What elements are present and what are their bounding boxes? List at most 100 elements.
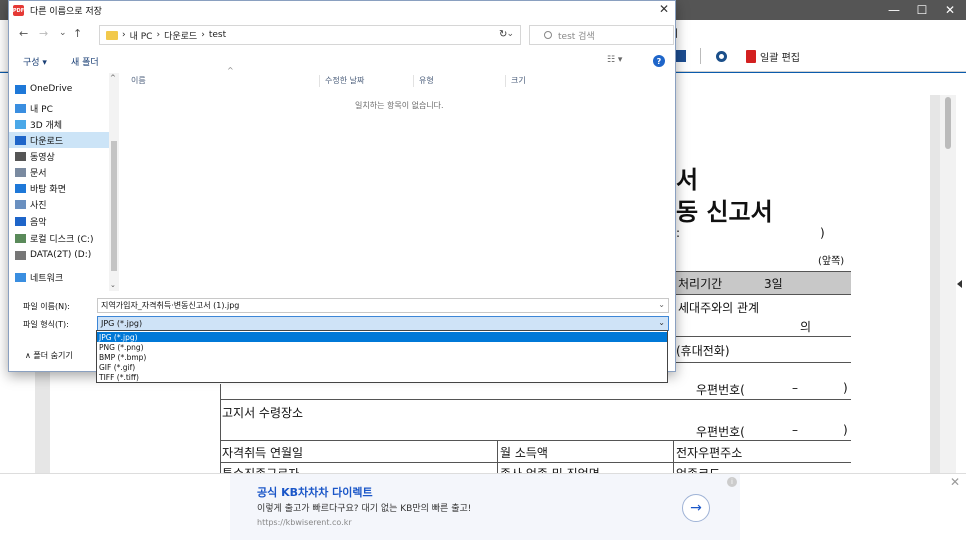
tree-item[interactable]: 사진: [9, 196, 117, 212]
recent-locations-button[interactable]: ⌄: [59, 28, 67, 38]
music-icon: [15, 216, 26, 226]
column-separator[interactable]: [319, 75, 320, 87]
address-bar[interactable]: › 내 PC › 다운로드 › test ⌄: [99, 25, 521, 45]
app-close-button[interactable]: ✕: [934, 0, 966, 20]
scroll-down-arrow-icon[interactable]: ⌄: [110, 281, 116, 289]
tree-item[interactable]: 다운로드: [9, 132, 117, 148]
column-separator[interactable]: [505, 75, 506, 87]
filetype-dropdown-list: JPG (*.jpg) PNG (*.png) BMP (*.bmp) GIF (*.…: [96, 330, 668, 383]
postal-code-label-2: 우편번호(: [696, 425, 745, 439]
ad-url: https://kbwiserent.co.kr: [257, 518, 352, 527]
cube-icon: [15, 119, 26, 129]
column-type[interactable]: 유형: [419, 75, 434, 86]
tree-item[interactable]: DATA(2T) (D:): [9, 247, 117, 263]
mobile-label: (휴대전화): [676, 344, 730, 358]
filetype-option[interactable]: JPG (*.jpg): [97, 332, 667, 342]
batch-edit-button[interactable]: 일괄 편집: [746, 47, 800, 65]
table-line: [497, 440, 498, 474]
download-icon: [15, 135, 26, 145]
dialog-title: 다른 이름으로 저장: [30, 7, 102, 17]
table-line: [220, 384, 221, 474]
tree-item[interactable]: 3D 개체: [9, 116, 117, 132]
tree-item[interactable]: 네트워크: [9, 269, 117, 285]
column-name[interactable]: 이름: [131, 75, 146, 86]
processing-days: 3일: [764, 277, 783, 291]
filetype-option[interactable]: PNG (*.png): [97, 342, 667, 352]
tree-item[interactable]: 동영상: [9, 148, 117, 164]
breadcrumb-separator: ›: [201, 30, 205, 40]
acquisition-date-label: 자격취득 연월일: [222, 446, 304, 460]
up-button[interactable]: ↑: [73, 27, 82, 40]
document-scroll-thumb[interactable]: [945, 97, 951, 149]
tree-item[interactable]: 문서: [9, 164, 117, 180]
tree-item-label: 문서: [30, 168, 47, 179]
organize-button[interactable]: 구성 ▾: [23, 55, 47, 68]
column-separator[interactable]: [413, 75, 414, 87]
filetype-value: JPG (*.jpg): [101, 319, 143, 328]
postal-code-label-1: 우편번호(: [696, 383, 745, 397]
address-dropdown-icon[interactable]: ⌄: [506, 29, 514, 39]
doc-title-line2: 동 신고서: [676, 198, 773, 226]
cloud-icon: [15, 84, 26, 94]
hide-folders-button[interactable]: ∧ 폴더 숨기기: [25, 350, 73, 361]
navigation-pane-scroll-thumb[interactable]: [111, 141, 117, 271]
ad-info-icon[interactable]: i: [727, 477, 737, 487]
filename-field[interactable]: 지역가입자_자격취득·변동신고서 (1).jpg ⌄: [97, 298, 669, 313]
filename-dropdown-icon[interactable]: ⌄: [658, 300, 665, 309]
navigation-bar: ← → ⌄ ↑ › 내 PC › 다운로드 › test ⌄ ↻ test 검색: [9, 23, 675, 47]
postal-dash-2: –: [792, 423, 798, 437]
tree-item-label: 바탕 화면: [30, 184, 66, 195]
table-line: [220, 462, 851, 463]
filetype-option[interactable]: BMP (*.bmp): [97, 352, 667, 362]
filename-value: 지역가입자_자격취득·변동신고서 (1).jpg: [101, 301, 240, 310]
ad-close-button[interactable]: ✕: [950, 475, 960, 489]
breadcrumb-test[interactable]: test: [209, 30, 226, 40]
forward-button[interactable]: →: [39, 27, 48, 40]
disk-icon: [15, 250, 26, 260]
computer-icon: [15, 103, 26, 113]
new-folder-button[interactable]: 새 폴더: [71, 55, 99, 68]
command-bar: 구성 ▾ 새 폴더 ☷ ▾ ?: [9, 51, 675, 71]
tree-item[interactable]: 바탕 화면: [9, 180, 117, 196]
filetype-select[interactable]: JPG (*.jpg) ⌄: [97, 316, 669, 331]
network-icon: [15, 272, 26, 282]
side-panel-handle-icon[interactable]: [957, 280, 962, 288]
tree-item[interactable]: 내 PC: [9, 100, 117, 116]
disk-icon: [15, 233, 26, 243]
search-input[interactable]: test 검색: [529, 25, 674, 45]
table-line: [673, 271, 851, 272]
breadcrumb-this-pc[interactable]: 내 PC: [130, 29, 153, 42]
settings-button[interactable]: [716, 47, 727, 65]
gear-icon: [716, 50, 727, 62]
filetype-dropdown-icon[interactable]: ⌄: [658, 318, 665, 327]
picture-icon: [15, 199, 26, 209]
tree-item-label: 네트워크: [30, 273, 64, 284]
navigation-pane: OneDrive 내 PC 3D 개체 다운로드동영상문서바탕 화면사진음악 로컬 디스…: [9, 73, 119, 291]
save-as-dialog: PDF 다른 이름으로 저장 ✕ ← → ⌄ ↑ › 내 PC › 다운로드 ›…: [8, 0, 676, 372]
refresh-icon[interactable]: ↻: [499, 29, 507, 40]
ad-arrow-button[interactable]: →: [682, 494, 710, 522]
filetype-option[interactable]: GIF (*.gif): [97, 362, 667, 372]
tree-item[interactable]: 음악: [9, 213, 117, 229]
tree-item[interactable]: 로컬 디스크 (C:): [9, 230, 117, 246]
back-button[interactable]: ←: [19, 27, 28, 40]
document-scrollbar[interactable]: [940, 95, 956, 475]
scroll-up-arrow-icon[interactable]: ^: [110, 74, 116, 82]
tree-item-label: 동영상: [30, 152, 55, 163]
view-options-icon[interactable]: ☷ ▾: [607, 55, 622, 65]
processing-period-label: 처리기간: [678, 277, 723, 291]
tree-item[interactable]: OneDrive: [9, 81, 117, 97]
help-icon[interactable]: ?: [653, 55, 665, 67]
column-date-modified[interactable]: 수정한 날짜: [325, 75, 364, 86]
search-placeholder: test 검색: [558, 31, 595, 42]
doc-paren-left: :: [676, 226, 681, 240]
toolbar-blue-square-icon[interactable]: [676, 47, 686, 65]
breadcrumb-downloads[interactable]: 다운로드: [164, 29, 197, 42]
filetype-option[interactable]: TIFF (*.tiff): [97, 372, 667, 382]
empty-folder-message: 일치하는 항목이 없습니다.: [355, 101, 444, 110]
column-size[interactable]: 크기: [511, 75, 526, 86]
postal-dash-1: –: [792, 381, 798, 395]
ad-title[interactable]: 공식 KB차차차 다이렉트: [257, 484, 373, 500]
tree-item-label: 사진: [30, 200, 47, 211]
dialog-close-button[interactable]: ✕: [659, 2, 669, 16]
